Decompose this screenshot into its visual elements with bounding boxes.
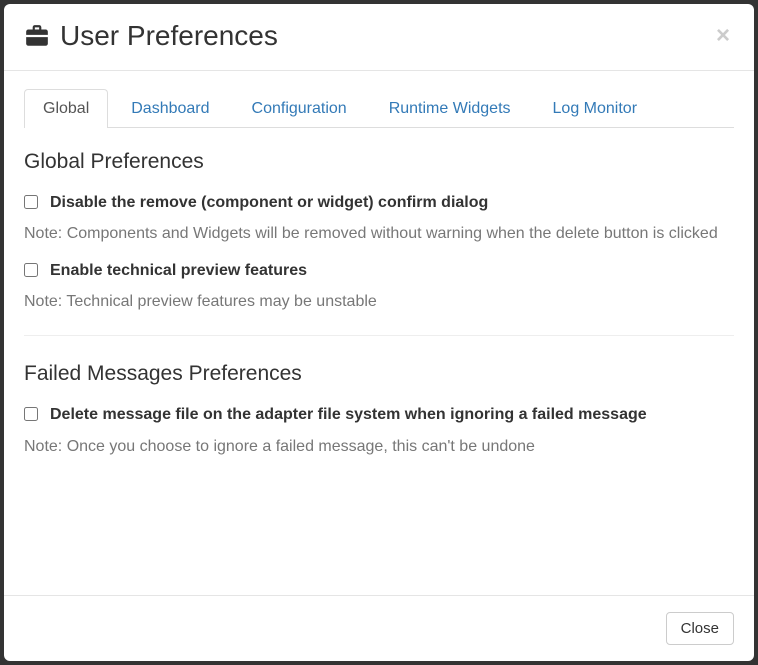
pref-tech-preview-checkbox[interactable] — [24, 263, 38, 277]
pref-delete-failed-label: Delete message file on the adapter file … — [50, 404, 647, 426]
pref-disable-confirm-note: Note: Components and Widgets will be rem… — [24, 222, 734, 245]
tab-global[interactable]: Global — [24, 89, 108, 128]
failed-section-title: Failed Messages Preferences — [24, 362, 734, 386]
tab-list: Global Dashboard Configuration Runtime W… — [24, 89, 734, 128]
modal-title: User Preferences — [24, 20, 278, 52]
modal-footer: Close — [4, 595, 754, 661]
pref-disable-confirm-checkbox[interactable] — [24, 195, 38, 209]
pref-tech-preview-note: Note: Technical preview features may be … — [24, 290, 734, 313]
pref-delete-failed-note: Note: Once you choose to ignore a failed… — [24, 435, 734, 458]
pref-disable-confirm-label: Disable the remove (component or widget)… — [50, 192, 488, 214]
modal-title-text: User Preferences — [60, 20, 278, 52]
modal-header: User Preferences × — [4, 4, 754, 71]
pref-row: Enable technical preview features — [24, 260, 734, 282]
pref-row: Disable the remove (component or widget)… — [24, 192, 734, 214]
pref-tech-preview: Enable technical preview features Note: … — [24, 260, 734, 314]
pref-delete-failed-checkbox[interactable] — [24, 407, 38, 421]
preferences-modal: User Preferences × Global Dashboard Conf… — [4, 4, 754, 661]
tab-configuration[interactable]: Configuration — [233, 89, 366, 128]
close-icon[interactable]: × — [712, 20, 734, 52]
pref-row: Delete message file on the adapter file … — [24, 404, 734, 426]
briefcase-icon — [24, 23, 50, 49]
pref-disable-confirm: Disable the remove (component or widget)… — [24, 192, 734, 246]
close-button[interactable]: Close — [666, 612, 734, 645]
pref-tech-preview-label: Enable technical preview features — [50, 260, 307, 282]
tab-dashboard[interactable]: Dashboard — [112, 89, 228, 128]
tab-runtime-widgets[interactable]: Runtime Widgets — [370, 89, 530, 128]
pref-delete-failed: Delete message file on the adapter file … — [24, 404, 734, 458]
section-divider — [24, 335, 734, 336]
modal-body: Global Dashboard Configuration Runtime W… — [4, 71, 754, 595]
tab-log-monitor[interactable]: Log Monitor — [534, 89, 657, 128]
global-section-title: Global Preferences — [24, 150, 734, 174]
